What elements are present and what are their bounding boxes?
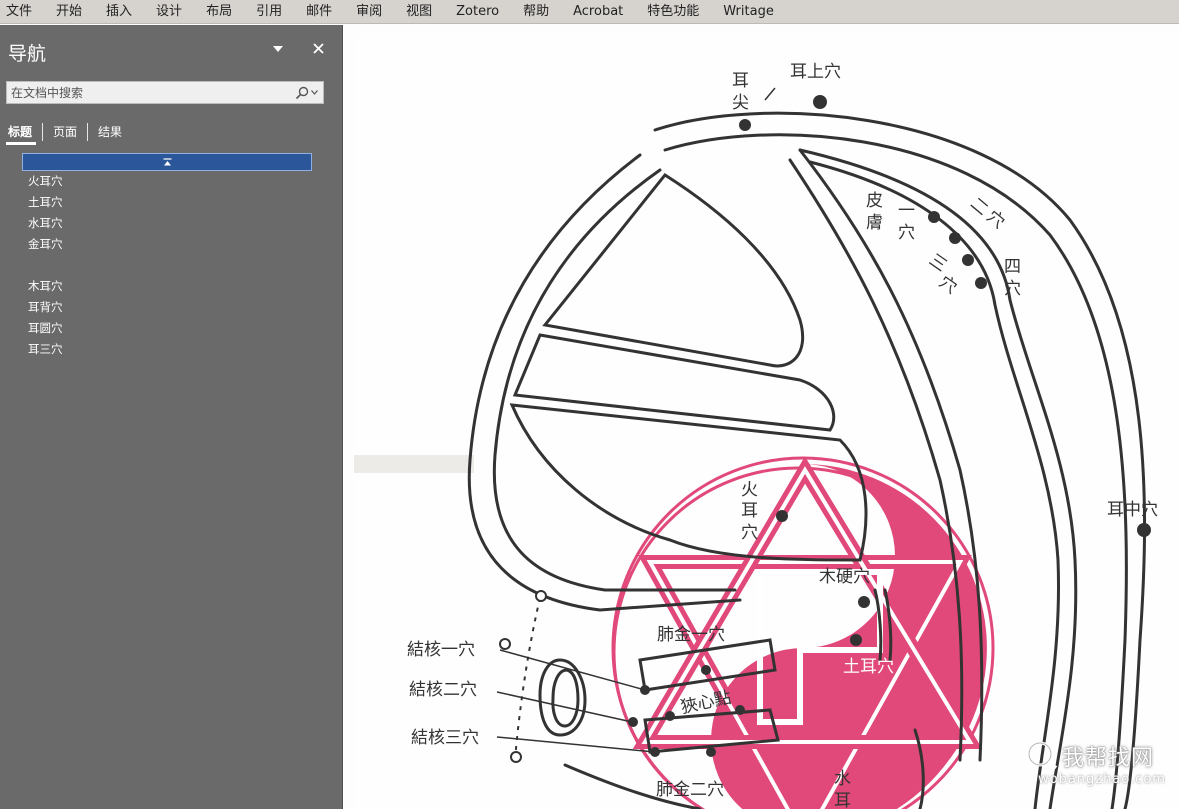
tab-pages[interactable]: 页面 [43,122,87,142]
label-fire-ear: 耳 [741,501,758,521]
label-tb-one: 結核一穴 [407,640,475,660]
label-lung-metal-two: 肺金二穴 [656,780,724,800]
nav-tabs: 标题 页面 结果 [6,121,132,145]
label-earth-ear: 土耳穴 [843,657,894,677]
label-water-ear: 耳 [834,791,851,809]
label-ear-tip: 耳 [732,71,749,91]
menu-insert[interactable]: 插入 [94,0,144,24]
close-icon [312,42,324,54]
heading-item[interactable]: 金耳穴 [22,234,322,255]
heading-item[interactable]: 木耳穴 [22,276,322,297]
label-point-one: 一 [898,201,915,221]
ear-acupoint-diagram: 耳 尖 耳上穴 皮 膚 一 穴 二 穴 三 穴 四 穴 耳中穴 火 耳 穴 木硬… [354,34,1179,809]
label-point-four: 穴 [1004,279,1021,299]
watermark-logo-icon [1027,741,1058,770]
tab-results[interactable]: 结果 [88,122,132,142]
label-skin: 膚 [866,213,883,233]
nav-pane-title: 导航 [8,43,47,65]
menu-view[interactable]: 视图 [394,0,444,24]
heading-item[interactable]: 耳背穴 [22,297,322,318]
heading-item-empty[interactable] [22,255,322,276]
heading-item[interactable]: 耳三穴 [22,339,322,360]
heading-item[interactable]: 耳圆穴 [22,318,322,339]
label-ear-tip: 尖 [732,93,749,113]
menu-review[interactable]: 审阅 [344,0,394,24]
label-tb-two: 結核二穴 [409,680,477,700]
label-fire-ear: 火 [741,480,758,500]
menu-home[interactable]: 开始 [44,0,94,24]
menu-special-features[interactable]: 特色功能 [635,0,711,24]
search-options-button[interactable] [289,82,323,103]
heading-item[interactable]: 土耳穴 [22,192,322,213]
caret-down-icon [273,46,283,52]
label-ear-middle: 耳中穴 [1107,500,1158,520]
label-ear-upper: 耳上穴 [790,62,841,82]
menu-layout[interactable]: 布局 [194,0,244,24]
menu-references[interactable]: 引用 [244,0,294,24]
navigation-pane: 导航 标题 页面 结果 火耳穴 土耳穴 水耳穴 [0,25,343,809]
label-point-four: 四 [1004,257,1021,277]
document-page[interactable]: 耳 尖 耳上穴 皮 膚 一 穴 二 穴 三 穴 四 穴 耳中穴 火 耳 穴 木硬… [344,25,1179,809]
label-lung-metal-one: 肺金一穴 [657,625,725,645]
menu-help[interactable]: 帮助 [511,0,561,24]
nav-options-dropdown-button[interactable] [270,41,286,57]
document-search-box [6,81,324,104]
word-window: 文件 开始 插入 设计 布局 引用 邮件 审阅 视图 Zotero 帮助 Acr… [0,0,1179,809]
chevron-down-icon [310,90,318,95]
site-watermark: 我帮找网 wobangzhao.com [1024,740,1166,787]
heading-item[interactable]: 水耳穴 [22,213,322,234]
collapse-all-heading-bar[interactable] [22,153,312,171]
nav-close-button[interactable] [309,39,327,57]
watermark-url: wobangzhao.com [1038,772,1166,787]
headings-tree: 火耳穴 土耳穴 水耳穴 金耳穴 木耳穴 耳背穴 耳圆穴 耳三穴 [22,153,322,360]
collapse-up-icon [163,158,171,166]
menu-design[interactable]: 设计 [144,0,194,24]
menu-acrobat[interactable]: Acrobat [561,0,635,24]
ribbon-menu-bar: 文件 开始 插入 设计 布局 引用 邮件 审阅 视图 Zotero 帮助 Acr… [0,0,1179,24]
menu-writage[interactable]: Writage [711,0,786,24]
label-water-ear: 水 [834,769,851,789]
label-point-one: 穴 [898,223,915,243]
label-fire-ear: 穴 [741,523,758,543]
menu-zotero[interactable]: Zotero [444,0,511,24]
search-input[interactable] [7,82,289,103]
label-skin: 皮 [866,191,883,211]
menu-file[interactable]: 文件 [0,0,44,24]
menu-mailings[interactable]: 邮件 [294,0,344,24]
tab-headings[interactable]: 标题 [6,122,42,145]
search-icon [295,86,308,99]
label-tb-three: 結核三穴 [411,728,479,748]
label-wood-hard: 木硬穴 [819,567,870,587]
heading-item[interactable]: 火耳穴 [22,171,322,192]
